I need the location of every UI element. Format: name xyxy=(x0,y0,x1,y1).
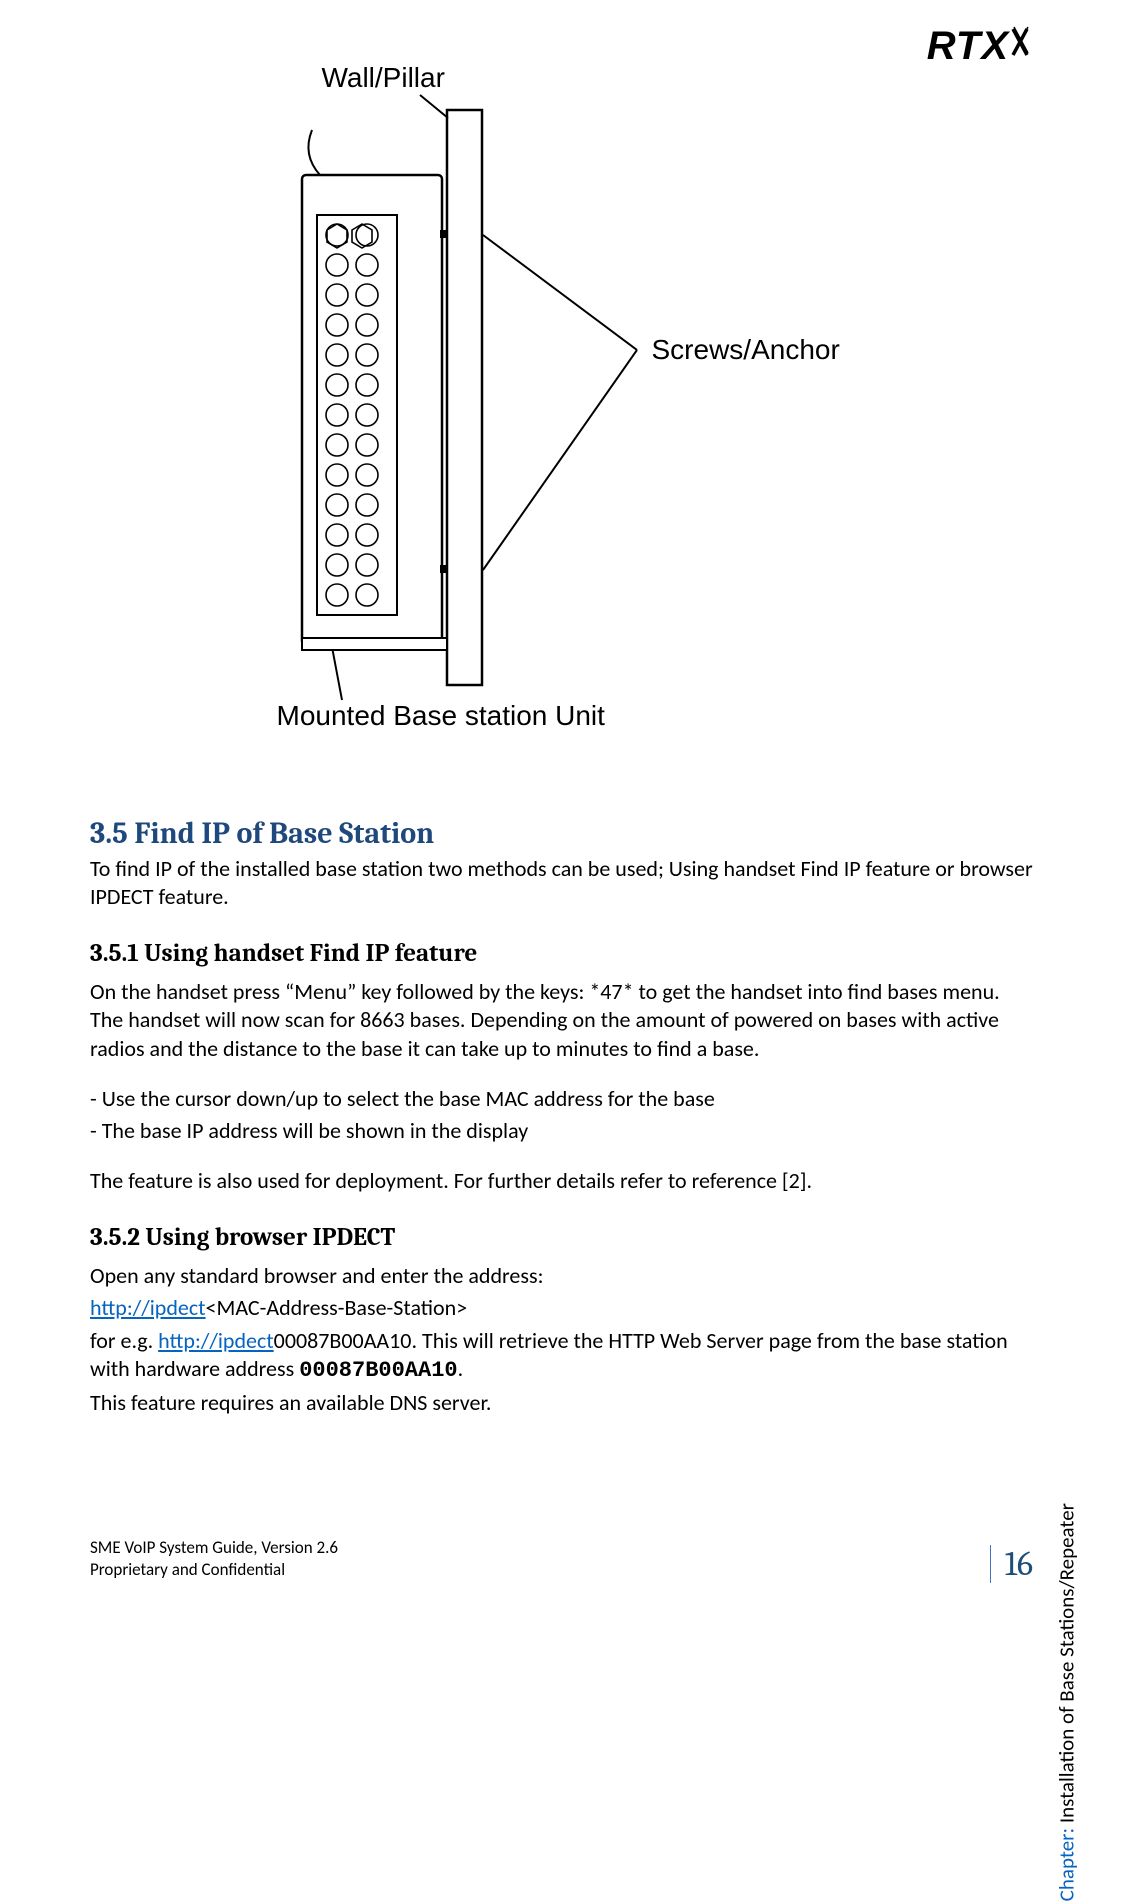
sec352-p2: for e.g. http://ipdect00087B00AA10. This… xyxy=(90,1327,1033,1385)
sec352-url-line: http://ipdect<MAC-Address-Base-Station> xyxy=(90,1294,1033,1322)
footer-line-2: Proprietary and Confidential xyxy=(90,1559,1033,1581)
figure-label-wall: Wall/Pillar xyxy=(322,62,445,94)
sec352-p2-pre: for e.g. xyxy=(90,1327,158,1354)
ipdect-link-1[interactable]: http://ipdect xyxy=(90,1294,206,1321)
mounting-diagram: Wall/Pillar Screws/Anchor Mounted Base s… xyxy=(172,60,952,780)
page-footer: SME VoIP System Guide, Version 2.6 Propr… xyxy=(90,1537,1033,1581)
sec351-p1: On the handset press “Menu” key followed… xyxy=(90,978,1033,1062)
ipdect-suffix: <MAC-Address-Base-Station> xyxy=(206,1294,468,1321)
mac-address-mono: 00087B00AA10 xyxy=(299,1358,457,1383)
footer-line-1: SME VoIP System Guide, Version 2.6 xyxy=(90,1537,1033,1559)
heading-3-5-1: 3.5.1 Using handset Find IP feature xyxy=(90,939,1033,968)
chapter-text: Installation of Base Stations/Repeater xyxy=(1053,1503,1079,1828)
sec35-intro: To find IP of the installed base station… xyxy=(90,855,1033,911)
chapter-side-label: Chapter: Installation of Base Stations/R… xyxy=(1053,1503,1079,1901)
heading-3-5: 3.5 Find IP of Base Station xyxy=(90,816,1033,851)
sec352-p3: This feature requires an available DNS s… xyxy=(90,1389,1033,1417)
figure-label-mounted: Mounted Base station Unit xyxy=(277,700,605,732)
logo-x-icon xyxy=(1011,24,1031,69)
sec351-bullet1: - Use the cursor down/up to select the b… xyxy=(90,1085,1033,1113)
ipdect-link-2[interactable]: http://ipdect xyxy=(158,1327,274,1354)
chapter-prefix: Chapter: xyxy=(1053,1828,1079,1901)
heading-3-5-2: 3.5.2 Using browser IPDECT xyxy=(90,1223,1033,1252)
sec352-p2-end: . xyxy=(458,1355,464,1382)
page-number: 16 xyxy=(990,1545,1033,1583)
sec351-p2: The feature is also used for deployment.… xyxy=(90,1167,1033,1195)
sec351-bullet2: - The base IP address will be shown in t… xyxy=(90,1117,1033,1145)
figure-label-screws: Screws/Anchor xyxy=(652,334,840,366)
sec352-p1: Open any standard browser and enter the … xyxy=(90,1262,1033,1290)
